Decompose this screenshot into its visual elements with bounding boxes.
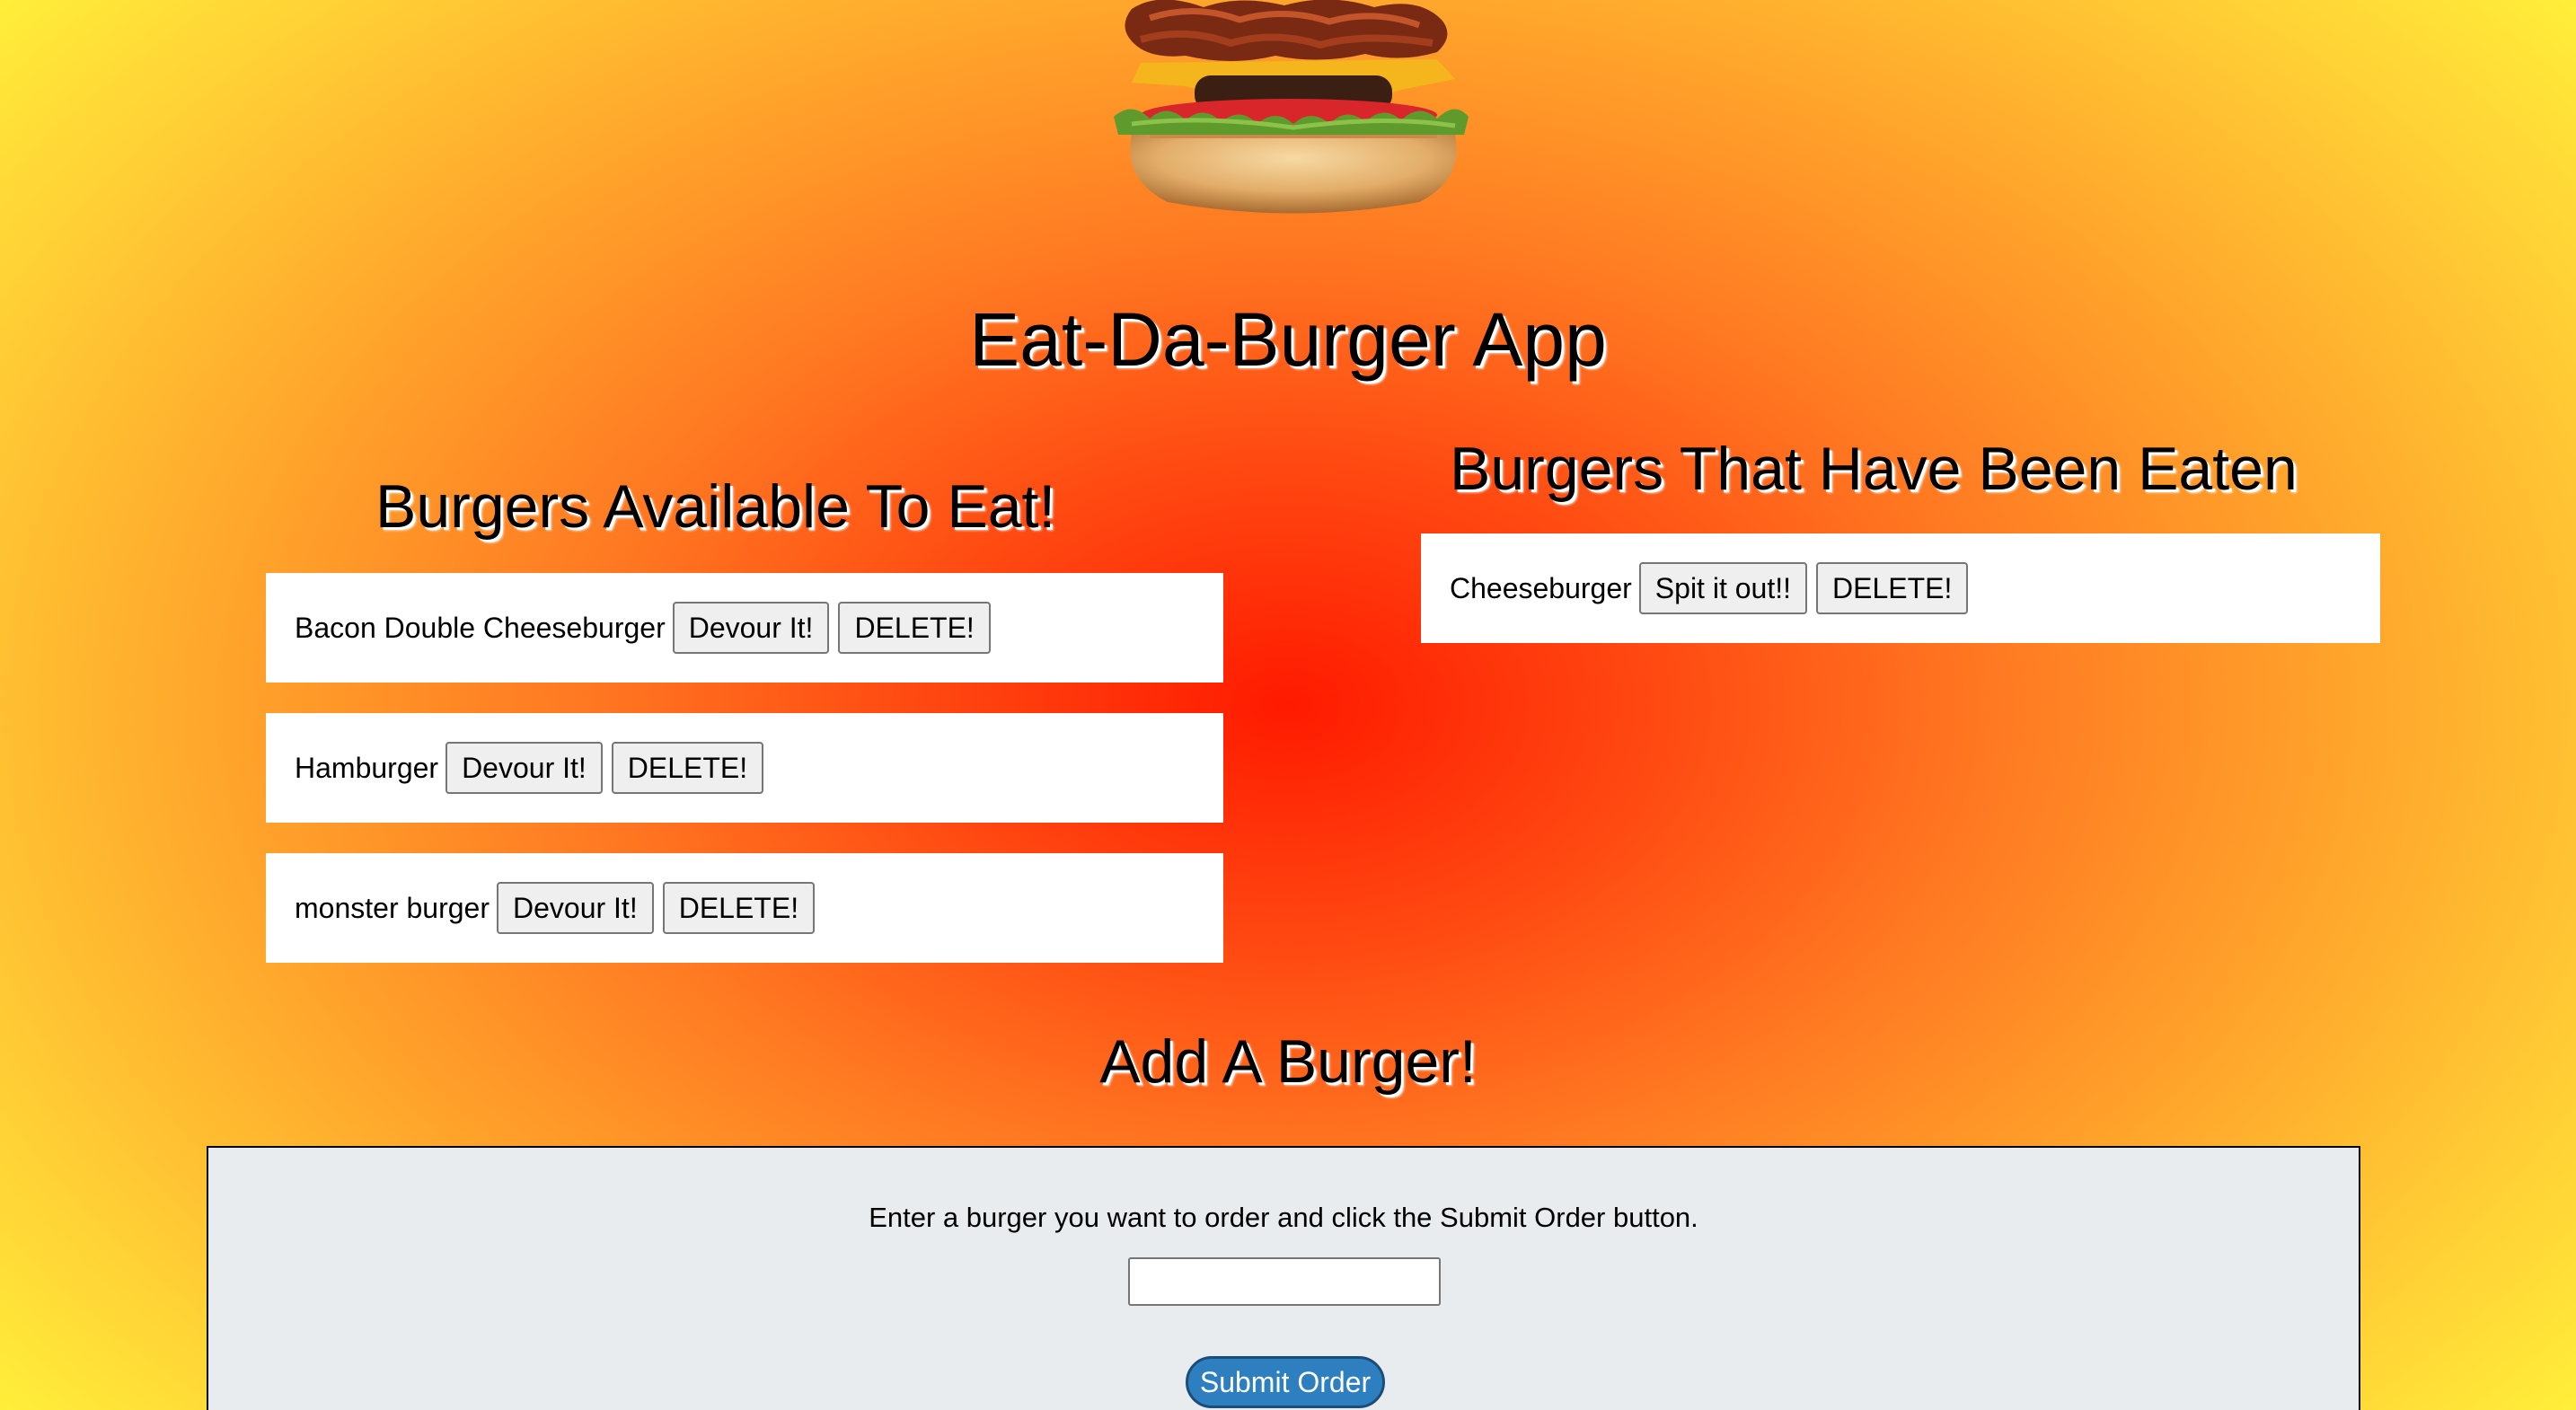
list-item: monster burger Devour It! DELETE! — [266, 853, 1223, 963]
add-burger-form: Enter a burger you want to order and cli… — [207, 1146, 2360, 1410]
burger-name: Cheeseburger — [1450, 571, 1632, 604]
available-heading: Burgers Available To Eat! — [375, 472, 1056, 541]
burger-name: Hamburger — [295, 751, 439, 784]
add-instructions: Enter a burger you want to order and cli… — [869, 1202, 1698, 1233]
delete-button[interactable]: DELETE! — [611, 742, 764, 794]
delete-button[interactable]: DELETE! — [662, 882, 816, 934]
devour-button[interactable]: Devour It! — [446, 742, 603, 794]
eaten-heading: Burgers That Have Been Eaten — [1450, 435, 2298, 503]
delete-button[interactable]: DELETE! — [1815, 562, 1969, 614]
page-title: Eat-Da-Burger App — [969, 297, 1607, 382]
list-item: Cheeseburger Spit it out!! DELETE! — [1421, 533, 2380, 643]
add-heading: Add A Burger! — [1099, 1027, 1477, 1096]
submit-order-button[interactable]: Submit Order — [1186, 1356, 1385, 1408]
burger-name: Bacon Double Cheeseburger — [295, 611, 666, 644]
burger-photo-icon — [1114, 0, 1469, 214]
devour-button[interactable]: Devour It! — [672, 602, 830, 654]
burger-name-input[interactable] — [1128, 1257, 1441, 1306]
burger-name: monster burger — [295, 891, 490, 924]
devour-button[interactable]: Devour It! — [496, 882, 654, 934]
delete-button[interactable]: DELETE! — [838, 602, 991, 654]
burger-image — [1078, 0, 1491, 220]
list-item: Hamburger Devour It! DELETE! — [266, 713, 1223, 823]
list-item: Bacon Double Cheeseburger Devour It! DEL… — [266, 573, 1223, 683]
spit-out-button[interactable]: Spit it out!! — [1638, 562, 1807, 614]
